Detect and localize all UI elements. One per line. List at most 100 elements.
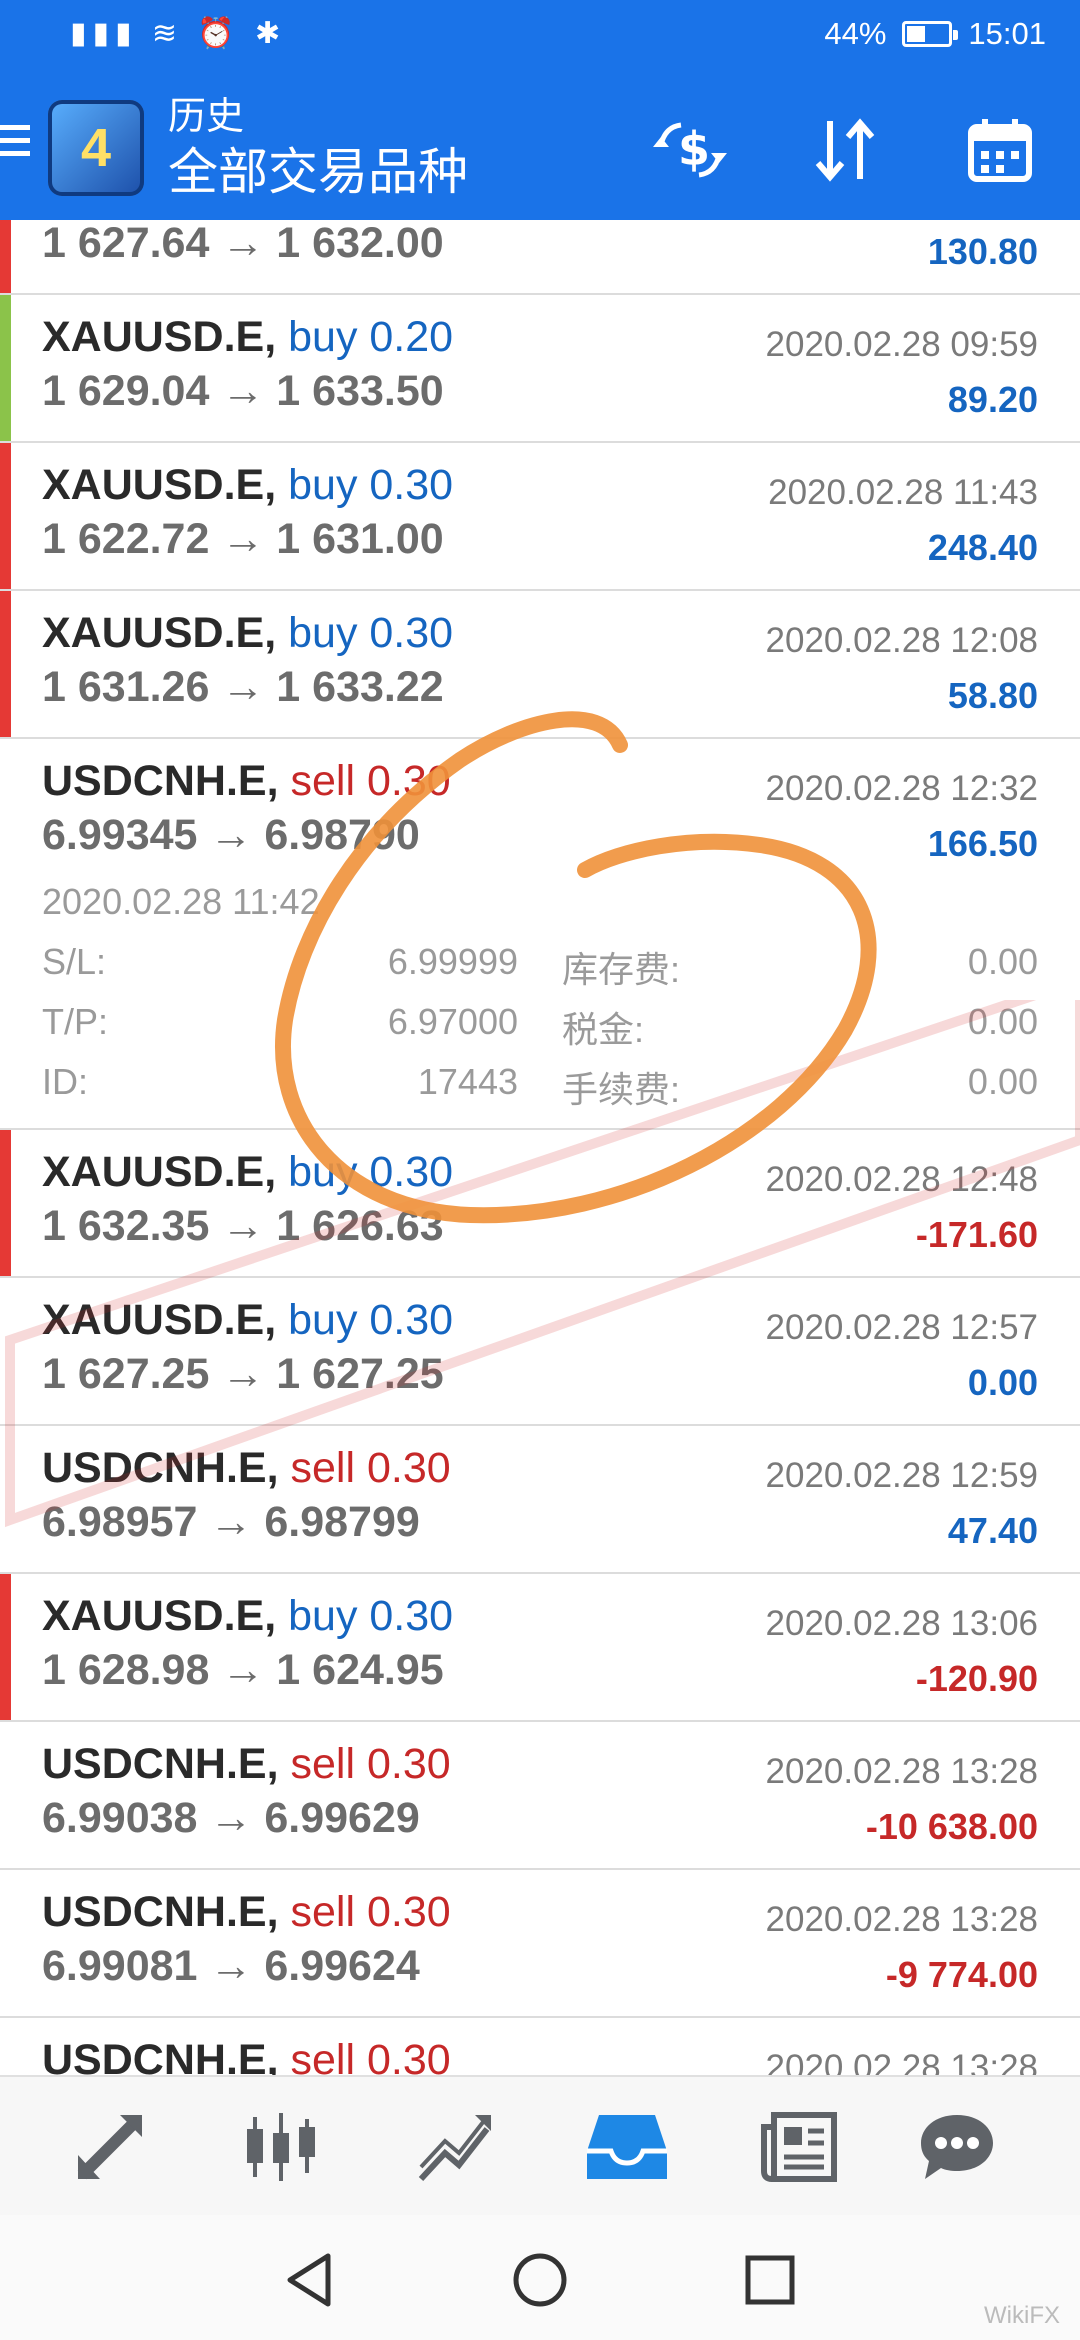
trade-time: 2020.02.28 13:28 — [765, 2048, 1038, 2075]
trade-side: sell 0.30 — [290, 757, 451, 805]
currency-swap-icon[interactable]: $ — [650, 112, 730, 188]
open-price: 1 627.25 — [42, 1350, 210, 1398]
trade-time: 2020.02.28 13:28 — [765, 1752, 1038, 1791]
trade-time: 2020.02.28 12:59 — [765, 1456, 1038, 1495]
trade-row[interactable]: XAUUSD.E, buy 0.30 1 632.35 → 1 626.63 2… — [0, 1130, 1080, 1278]
arrow: → — [209, 811, 253, 859]
close-price: 6.99629 — [264, 1794, 420, 1842]
trade-icon[interactable] — [410, 2102, 500, 2192]
trade-time: 2020.02.28 12:32 — [765, 769, 1038, 808]
arrow: → — [221, 1202, 265, 1250]
trade-row[interactable]: XAUUSD.E, buy 0.30 1 628.98 → 1 624.95 2… — [0, 1574, 1080, 1722]
id-value: 17443 — [417, 1061, 518, 1102]
trade-row[interactable]: USDCNH.E, sell 0.30 6.99345 → 6.98790 20… — [0, 739, 1080, 885]
trade-profit: -10 638.00 — [865, 1806, 1038, 1847]
trade-profit: 47.40 — [947, 1510, 1038, 1551]
trade-side: sell 0.30 — [290, 1444, 451, 1492]
trade-row[interactable]: XAUUSD.E, buy 0.30 1 627.64 → 1 632.00 2… — [0, 220, 1080, 295]
system-navigation: WikiFX — [0, 2215, 1080, 2340]
open-price: 1 627.64 — [42, 220, 210, 267]
trade-side: buy 0.30 — [288, 1148, 454, 1196]
recents-icon[interactable] — [735, 2245, 805, 2315]
symbol-text: XAUUSD.E, — [42, 1592, 277, 1640]
sort-icon[interactable] — [805, 112, 885, 188]
trade-symbol: USDCNH.E, sell 0.30 — [42, 1888, 451, 1937]
trade-prices: 1 628.98 → 1 624.95 — [42, 1646, 444, 1695]
trade-row[interactable]: XAUUSD.E, buy 0.30 1 631.26 → 1 633.22 2… — [0, 591, 1080, 739]
trade-status-bar — [0, 220, 11, 293]
trade-profit: -9 774.00 — [885, 1954, 1038, 1995]
menu-icon[interactable] — [0, 125, 30, 165]
trade-side: sell 0.30 — [290, 1888, 451, 1936]
history-icon[interactable] — [582, 2102, 672, 2192]
arrow: → — [221, 1350, 265, 1398]
close-price: 1 631.00 — [276, 515, 444, 563]
open-price: 6.99081 — [42, 1942, 198, 1990]
trade-row[interactable]: USDCNH.E, sell 0.30 6.99038 → 6.99629 20… — [0, 1722, 1080, 1870]
trade-time: 2020.02.28 11:43 — [768, 473, 1038, 512]
trade-profit: 0.00 — [967, 1362, 1038, 1403]
news-icon[interactable] — [755, 2102, 845, 2192]
wikifx-watermark: WikiFX — [984, 2302, 1060, 2329]
sl-label: S/L: — [42, 941, 107, 982]
trade-time: 2020.02.28 13:28 — [765, 1900, 1038, 1939]
app-bar: ▮▮▮ ≋ ⏰ ✱ 44% 15:01 4 历史 全部交易品种 $ — [0, 0, 1080, 220]
battery-icon — [902, 21, 959, 47]
trade-history-list[interactable]: XAUUSD.E, buy 0.30 1 627.64 → 1 632.00 2… — [0, 220, 1080, 2075]
arrow: → — [209, 1794, 253, 1842]
trade-prices: 6.98957 → 6.98799 — [42, 1498, 420, 1547]
trade-prices: 1 627.25 → 1 627.25 — [42, 1350, 444, 1399]
trade-profit: 166.50 — [927, 823, 1038, 864]
symbol-text: XAUUSD.E, — [42, 313, 277, 361]
chart-candles-icon[interactable] — [236, 2102, 326, 2192]
tp-value: 6.97000 — [387, 1001, 518, 1042]
trade-symbol: USDCNH.E, sell 0.30 — [42, 2036, 451, 2075]
trade-time: 2020.02.28 13:06 — [765, 1604, 1038, 1643]
quotes-icon[interactable] — [65, 2102, 155, 2192]
close-price: 6.99624 — [264, 1942, 420, 1990]
trade-side: sell 0.30 — [290, 1740, 451, 1788]
close-price: 6.98799 — [264, 1498, 420, 1546]
trade-side: buy 0.20 — [288, 313, 454, 361]
back-icon[interactable] — [275, 2245, 345, 2315]
arrow: → — [221, 663, 265, 711]
chat-icon[interactable] — [912, 2102, 1002, 2192]
trade-side: sell 0.30 — [290, 2036, 451, 2075]
trade-time: 2020.02.28 12:08 — [765, 621, 1038, 660]
detail-row-id: ID: 17443 手续费: 0.00 — [42, 1061, 1038, 1121]
home-icon[interactable] — [505, 2245, 575, 2315]
trade-profit: 130.80 — [927, 231, 1038, 272]
trade-symbol: XAUUSD.E, buy 0.20 — [42, 313, 453, 362]
fee-label: 手续费: — [562, 1069, 681, 1110]
trade-row[interactable]: XAUUSD.E, buy 0.30 1 627.25 → 1 627.25 2… — [0, 1278, 1080, 1426]
arrow: → — [209, 1498, 253, 1546]
symbol-text: XAUUSD.E, — [42, 1148, 277, 1196]
symbol-text: USDCNH.E, — [42, 2036, 279, 2075]
open-price: 6.99038 — [42, 1794, 198, 1842]
trade-time: 2020.02.28 12:57 — [765, 1308, 1038, 1347]
trade-time: 2020.02.28 12:48 — [765, 1160, 1038, 1199]
trade-row[interactable]: USDCNH.E, sell 0.30 2020.02.28 13:28 — [0, 2018, 1080, 2075]
trade-side: buy 0.30 — [288, 609, 454, 657]
trade-row[interactable]: XAUUSD.E, buy 0.20 1 629.04 → 1 633.50 2… — [0, 295, 1080, 443]
open-price: 1 632.35 — [42, 1202, 210, 1250]
toolbar-subtitle: 历史 — [168, 96, 245, 138]
close-price: 1 627.25 — [276, 1350, 444, 1398]
trade-side: buy 0.30 — [288, 461, 454, 509]
trade-symbol: USDCNH.E, sell 0.30 — [42, 1444, 451, 1493]
trade-row[interactable]: USDCNH.E, sell 0.30 6.99081 → 6.99624 20… — [0, 1870, 1080, 2018]
trade-symbol: XAUUSD.E, buy 0.30 — [42, 609, 453, 658]
trade-row[interactable]: USDCNH.E, sell 0.30 6.98957 → 6.98799 20… — [0, 1426, 1080, 1574]
swap-value: 0.00 — [967, 941, 1038, 982]
trade-list-scroll: XAUUSD.E, buy 0.30 1 627.64 → 1 632.00 2… — [0, 220, 1080, 2075]
open-price: 6.99345 — [42, 811, 198, 859]
detail-row-sl: S/L: 6.99999 库存费: 0.00 — [42, 941, 1038, 1001]
trade-symbol: USDCNH.E, sell 0.30 — [42, 757, 451, 806]
toolbar-title[interactable]: 全部交易品种 — [168, 140, 468, 204]
symbol-text: XAUUSD.E, — [42, 461, 277, 509]
symbol-text: USDCNH.E, — [42, 1444, 279, 1492]
trade-prices: 1 627.64 → 1 632.00 — [42, 220, 444, 268]
calendar-icon[interactable] — [960, 112, 1040, 188]
trade-row[interactable]: XAUUSD.E, buy 0.30 1 622.72 → 1 631.00 2… — [0, 443, 1080, 591]
detail-row-tp: T/P: 6.97000 税金: 0.00 — [42, 1001, 1038, 1061]
